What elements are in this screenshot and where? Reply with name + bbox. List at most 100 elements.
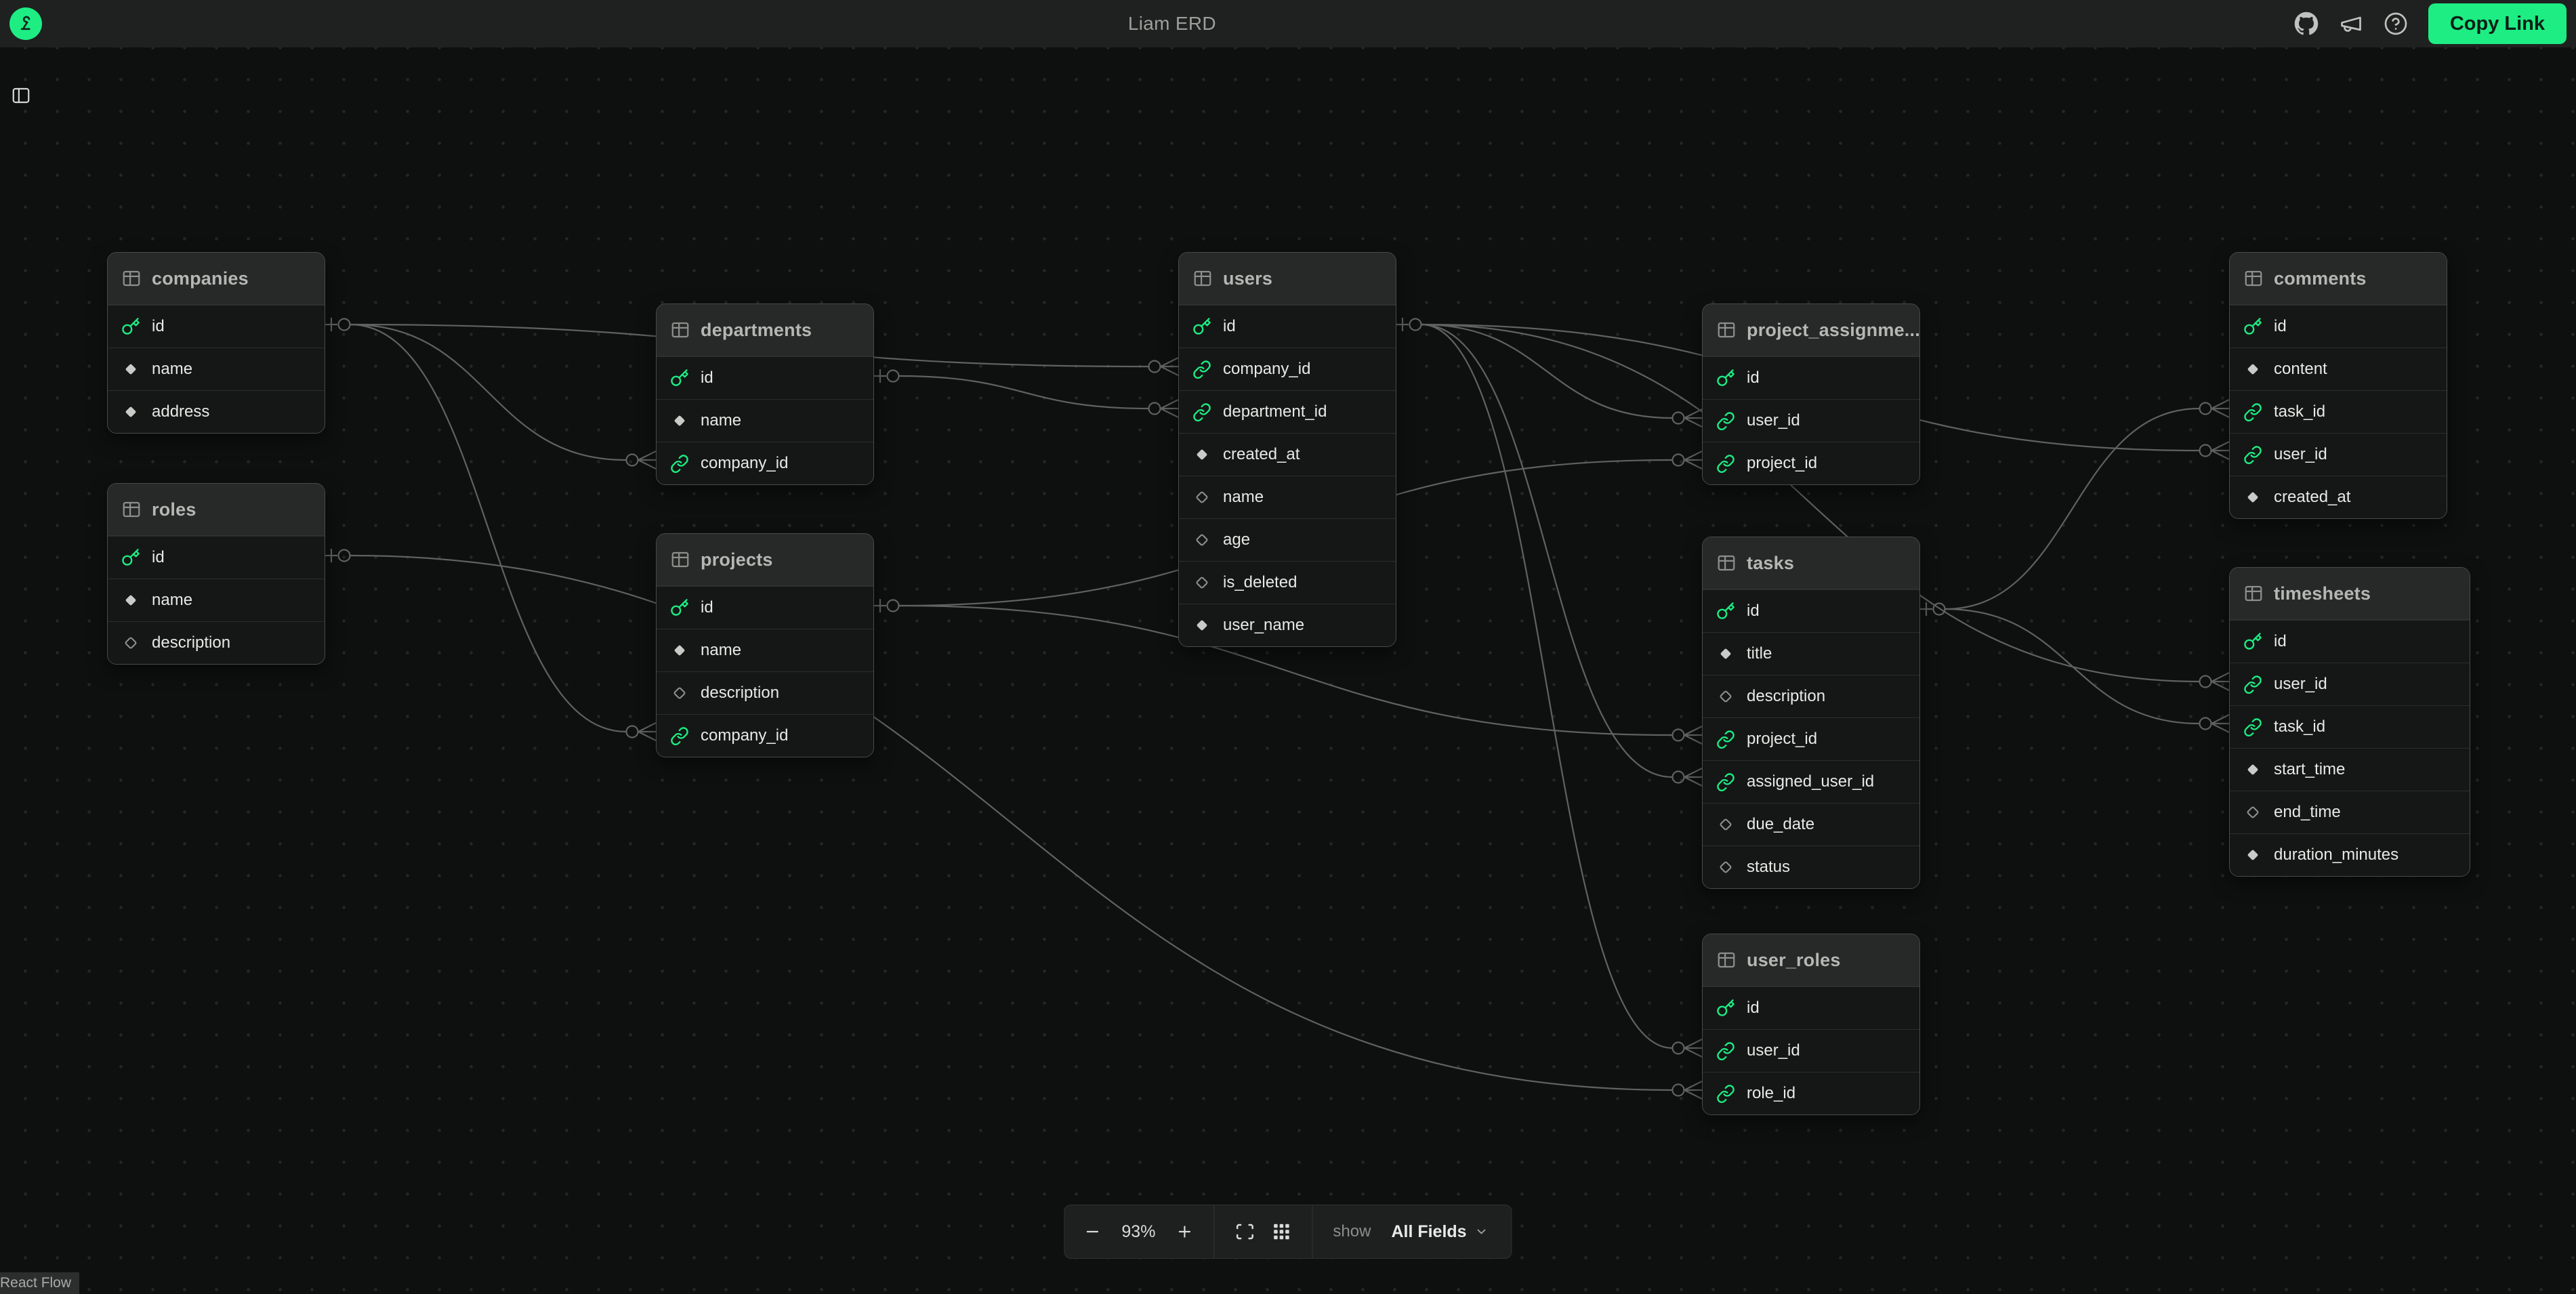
table-header-user_roles[interactable]: user_roles — [1703, 934, 1919, 986]
column-row-departments-name[interactable]: name — [657, 399, 873, 442]
column-row-timesheets-user_id[interactable]: user_id — [2230, 663, 2470, 705]
table-node-user_roles[interactable]: user_rolesiduser_idrole_id — [1702, 934, 1920, 1115]
column-row-tasks-status[interactable]: status — [1703, 846, 1919, 888]
column-row-tasks-assigned_user_id[interactable]: assigned_user_id — [1703, 760, 1919, 803]
column-row-timesheets-task_id[interactable]: task_id — [2230, 705, 2470, 748]
table-header-departments[interactable]: departments — [657, 304, 873, 356]
column-row-project_assignments-id[interactable]: id — [1703, 356, 1919, 399]
column-row-user_roles-user_id[interactable]: user_id — [1703, 1029, 1919, 1072]
column-row-timesheets-duration_minutes[interactable]: duration_minutes — [2230, 833, 2470, 876]
column-name: description — [152, 633, 230, 652]
cardinality-circle — [2200, 403, 2211, 415]
column-row-timesheets-end_time[interactable]: end_time — [2230, 791, 2470, 833]
column-name: name — [701, 641, 741, 660]
column-row-comments-user_id[interactable]: user_id — [2230, 433, 2447, 476]
column-row-project_assignments-user_id[interactable]: user_id — [1703, 399, 1919, 442]
column-row-projects-name[interactable]: name — [657, 629, 873, 671]
column-row-tasks-due_date[interactable]: due_date — [1703, 803, 1919, 846]
column-row-timesheets-start_time[interactable]: start_time — [2230, 748, 2470, 791]
column-row-comments-id[interactable]: id — [2230, 305, 2447, 348]
column-row-projects-company_id[interactable]: company_id — [657, 714, 873, 757]
table-header-project_assignments[interactable]: project_assignme... — [1703, 304, 1919, 356]
column-row-user_roles-id[interactable]: id — [1703, 986, 1919, 1029]
not-null-icon — [121, 591, 140, 610]
column-name: due_date — [1747, 815, 1814, 834]
column-row-tasks-project_id[interactable]: project_id — [1703, 717, 1919, 760]
cardinality-circle — [339, 550, 350, 562]
column-row-companies-id[interactable]: id — [108, 305, 325, 348]
cardinality-many-marker — [1161, 400, 1178, 417]
column-row-users-created_at[interactable]: created_at — [1179, 433, 1396, 476]
tidy-up-button[interactable] — [1271, 1222, 1291, 1242]
table-icon — [1716, 950, 1737, 970]
table-header-roles[interactable]: roles — [108, 484, 325, 536]
column-row-project_assignments-project_id[interactable]: project_id — [1703, 442, 1919, 484]
column-name: user_name — [1223, 616, 1304, 635]
help-icon[interactable] — [2384, 12, 2408, 36]
liam-logo[interactable] — [9, 7, 42, 40]
column-row-departments-id[interactable]: id — [657, 356, 873, 399]
column-row-roles-id[interactable]: id — [108, 536, 325, 579]
column-row-companies-address[interactable]: address — [108, 390, 325, 433]
table-node-users[interactable]: usersidcompany_iddepartment_idcreated_at… — [1178, 252, 1396, 647]
liam-erd-app: companiesidnameaddressrolesidnamedescrip… — [0, 0, 2576, 1294]
column-row-users-name[interactable]: name — [1179, 476, 1396, 518]
fields-filter-dropdown[interactable]: All Fields — [1387, 1222, 1492, 1243]
column-row-comments-task_id[interactable]: task_id — [2230, 390, 2447, 433]
erd-canvas[interactable]: companiesidnameaddressrolesidnamedescrip… — [0, 47, 2576, 1294]
table-node-projects[interactable]: projectsid name descriptioncompany_id — [656, 533, 874, 757]
table-header-tasks[interactable]: tasks — [1703, 537, 1919, 589]
table-node-comments[interactable]: commentsidcontenttask_iduser_idcreated_a… — [2229, 252, 2447, 519]
column-row-users-user_name[interactable]: user_name — [1179, 604, 1396, 646]
foreign-key-icon — [670, 454, 689, 473]
table-header-users[interactable]: users — [1179, 253, 1396, 305]
column-row-companies-name[interactable]: name — [108, 348, 325, 390]
not-null-icon — [1192, 445, 1211, 464]
table-node-tasks[interactable]: tasksidtitledescription project_idassigne… — [1702, 537, 1920, 889]
cardinality-circle — [1410, 319, 1421, 331]
column-row-timesheets-id[interactable]: id — [2230, 620, 2470, 663]
cardinality-circle — [888, 600, 899, 612]
react-flow-attribution[interactable]: React Flow — [0, 1272, 79, 1294]
column-row-roles-description[interactable]: description — [108, 621, 325, 664]
table-node-timesheets[interactable]: timesheetsiduser_idtask_id start_time end_… — [2229, 567, 2470, 877]
zoom-out-button[interactable] — [1083, 1223, 1101, 1240]
zoom-in-button[interactable] — [1176, 1223, 1193, 1240]
column-row-roles-name[interactable]: name — [108, 579, 325, 621]
column-row-departments-company_id[interactable]: company_id — [657, 442, 873, 484]
column-row-comments-created_at[interactable]: created_at — [2230, 476, 2447, 518]
column-row-projects-description[interactable]: description — [657, 671, 873, 714]
column-name: start_time — [2274, 760, 2345, 779]
column-row-comments-content[interactable]: content — [2230, 348, 2447, 390]
column-row-projects-id[interactable]: id — [657, 586, 873, 629]
column-row-users-department_id[interactable]: department_id — [1179, 390, 1396, 433]
table-node-project_assignments[interactable]: project_assignme...iduser_idproject_id — [1702, 304, 1920, 485]
copy-link-button[interactable]: Copy Link — [2428, 3, 2567, 44]
table-header-comments[interactable]: comments — [2230, 253, 2447, 305]
column-row-users-id[interactable]: id — [1179, 305, 1396, 348]
table-node-departments[interactable]: departmentsid name company_id — [656, 304, 874, 485]
fit-view-button[interactable] — [1234, 1222, 1255, 1242]
table-header-projects[interactable]: projects — [657, 534, 873, 586]
not-null-icon — [2243, 360, 2262, 379]
github-icon[interactable] — [2294, 12, 2319, 36]
column-row-tasks-id[interactable]: id — [1703, 589, 1919, 632]
table-icon — [1716, 320, 1737, 340]
table-header-timesheets[interactable]: timesheets — [2230, 568, 2470, 620]
table-node-roles[interactable]: rolesidname description — [107, 483, 325, 665]
column-row-tasks-description[interactable]: description — [1703, 675, 1919, 717]
tidy-up-grid-icon — [1271, 1222, 1291, 1242]
column-row-users-age[interactable]: age — [1179, 518, 1396, 561]
nullable-icon — [1192, 488, 1211, 507]
cardinality-circle — [1673, 772, 1684, 783]
column-row-user_roles-role_id[interactable]: role_id — [1703, 1072, 1919, 1114]
column-name: name — [701, 411, 741, 430]
column-name: project_id — [1747, 730, 1817, 749]
column-row-tasks-title[interactable]: title — [1703, 632, 1919, 675]
column-row-users-is_deleted[interactable]: is_deleted — [1179, 561, 1396, 604]
sidebar-toggle-icon[interactable] — [11, 85, 31, 106]
megaphone-icon[interactable] — [2339, 12, 2363, 36]
table-header-companies[interactable]: companies — [108, 253, 325, 305]
table-node-companies[interactable]: companiesidnameaddress — [107, 252, 325, 434]
column-row-users-company_id[interactable]: company_id — [1179, 348, 1396, 390]
